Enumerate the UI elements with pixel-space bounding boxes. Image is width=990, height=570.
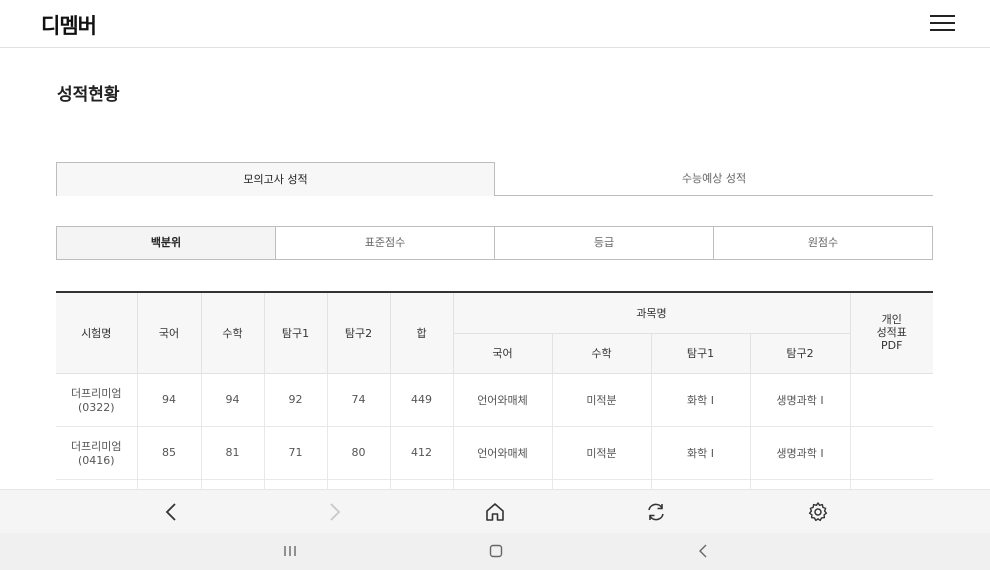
system-back-icon	[699, 544, 707, 558]
cell-inquiry1: 71	[263, 425, 328, 480]
app-logo[interactable]: 디멤버	[41, 10, 97, 40]
chevron-right-icon	[330, 503, 341, 521]
header-sub-korean: 국어	[453, 332, 553, 374]
cell-pdf[interactable]	[849, 425, 933, 480]
square-home-icon	[489, 544, 503, 558]
tab-mock-exam-scores[interactable]: 모의고사 성적	[56, 162, 495, 196]
cell-sub-math: 미적분	[551, 372, 652, 427]
cell-korean: 94	[136, 372, 202, 427]
hamburger-menu-icon[interactable]	[930, 15, 955, 33]
home-button[interactable]	[484, 501, 506, 523]
page-title: 성적현황	[57, 85, 120, 105]
tab-raw-score[interactable]: 원점수	[714, 227, 932, 259]
cell-sub-inquiry2: 생명과학 Ⅰ	[749, 425, 851, 480]
main-tabs: 모의고사 성적 수능예상 성적	[56, 162, 933, 196]
tab-standard-score[interactable]: 표준점수	[276, 227, 495, 259]
browser-toolbar	[0, 489, 990, 533]
header-math: 수학	[200, 292, 265, 374]
cell-korean: 85	[136, 425, 202, 480]
cell-math: 94	[200, 372, 265, 427]
header-korean: 국어	[136, 292, 202, 374]
cell-sub-inquiry2: 생명과학 Ⅰ	[749, 372, 851, 427]
system-back-button[interactable]	[694, 542, 712, 560]
home-icon	[486, 503, 504, 521]
refresh-button[interactable]	[645, 501, 667, 523]
refresh-icon	[648, 503, 664, 521]
tab-grade[interactable]: 등급	[495, 227, 714, 259]
cell-sub-inquiry1: 화학 Ⅰ	[650, 425, 751, 480]
tab-percentile[interactable]: 백분위	[57, 227, 276, 259]
header-sub-inquiry2: 탐구2	[749, 332, 850, 374]
recent-apps-button[interactable]	[281, 542, 299, 560]
header-sub-inquiry1: 탐구1	[650, 332, 751, 374]
gear-icon	[808, 502, 828, 522]
score-type-tabs: 백분위 표준점수 등급 원점수	[56, 226, 933, 260]
table-row: 더프리미엄 (0322) 94 94 92 74 449 언어와매체 미적분 화학…	[56, 372, 933, 427]
header-exam-name: 시험명	[56, 292, 138, 374]
system-navigation-bar	[0, 533, 990, 570]
header-inquiry2: 탐구2	[326, 292, 391, 374]
cell-math: 81	[200, 425, 265, 480]
header-sub-math: 수학	[551, 332, 652, 374]
chevron-left-icon	[165, 503, 176, 521]
cell-exam-name: 더프리미엄 (0322)	[56, 372, 138, 427]
cell-sub-math: 미적분	[551, 425, 652, 480]
cell-inquiry2: 74	[326, 372, 391, 427]
app-header: 디멤버	[0, 0, 990, 48]
header-personal-report-pdf: 개인 성적표 PDF	[849, 292, 933, 374]
table-row: 더프리미엄 (0416) 85 81 71 80 412 언어와매체 미적분 화학…	[56, 425, 933, 480]
recent-apps-icon	[284, 546, 296, 556]
cell-total: 412	[389, 425, 454, 480]
cell-sub-korean: 언어와매체	[452, 372, 553, 427]
header-subject-names: 과목명	[452, 292, 851, 334]
header-inquiry1: 탐구1	[263, 292, 328, 374]
cell-pdf[interactable]	[849, 372, 933, 427]
cell-sub-inquiry1: 화학 Ⅰ	[650, 372, 751, 427]
tab-csat-expected-scores[interactable]: 수능예상 성적	[495, 162, 933, 196]
settings-button[interactable]	[807, 501, 829, 523]
forward-button[interactable]	[323, 501, 345, 523]
cell-sub-korean: 언어와매체	[452, 425, 553, 480]
header-total: 합	[389, 292, 454, 374]
cell-inquiry2: 80	[326, 425, 391, 480]
system-home-button[interactable]	[487, 542, 505, 560]
cell-exam-name: 더프리미엄 (0416)	[56, 425, 138, 480]
back-button[interactable]	[161, 501, 183, 523]
cell-total: 449	[389, 372, 454, 427]
cell-inquiry1: 92	[263, 372, 328, 427]
